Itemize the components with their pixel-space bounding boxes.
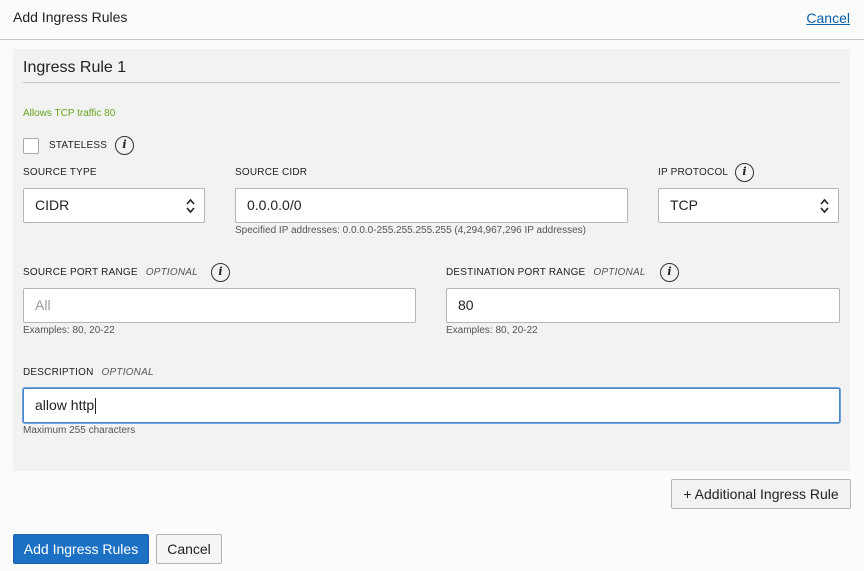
source-type-select[interactable]: CIDR <box>23 188 205 223</box>
source-cidr-input[interactable]: 0.0.0.0/0 <box>235 188 628 223</box>
description-label-text: DESCRIPTION <box>23 367 94 378</box>
chevron-up-down-icon <box>820 198 829 214</box>
source-type-value: CIDR <box>35 197 70 213</box>
destination-port-range-hint: Examples: 80, 20-22 <box>446 325 538 336</box>
info-icon[interactable]: i <box>211 263 230 282</box>
info-icon[interactable]: i <box>735 163 754 182</box>
source-port-range-hint: Examples: 80, 20-22 <box>23 325 115 336</box>
ingress-rule-panel: Ingress Rule 1 Allows TCP traffic 80 STA… <box>13 49 850 471</box>
stateless-label: STATELESS <box>49 140 108 151</box>
rule-summary: Allows TCP traffic 80 <box>23 108 116 119</box>
destination-port-range-label: DESTINATION PORT RANGE OPTIONAL <box>446 267 646 278</box>
source-cidr-value: 0.0.0.0/0 <box>247 197 302 213</box>
info-icon[interactable]: i <box>660 263 679 282</box>
chevron-up-down-icon <box>186 198 195 214</box>
source-cidr-hint: Specified IP addresses: 0.0.0.0-255.255.… <box>235 225 586 236</box>
ip-protocol-value: TCP <box>670 197 698 213</box>
optional-tag: OPTIONAL <box>593 267 646 278</box>
source-port-range-input[interactable]: All <box>23 288 416 323</box>
dialog-title: Add Ingress Rules <box>13 9 128 25</box>
info-icon[interactable]: i <box>115 136 134 155</box>
ip-protocol-select[interactable]: TCP <box>658 188 839 223</box>
description-hint: Maximum 255 characters <box>23 425 136 436</box>
description-value: allow http <box>35 397 95 413</box>
destination-port-range-input[interactable]: 80 <box>446 288 840 323</box>
stateless-checkbox[interactable] <box>23 138 39 154</box>
source-port-range-label: SOURCE PORT RANGE OPTIONAL <box>23 267 198 278</box>
cancel-link[interactable]: Cancel <box>806 10 850 26</box>
destination-port-range-label-text: DESTINATION PORT RANGE <box>446 267 586 278</box>
dialog-header: Add Ingress Rules Cancel <box>0 0 864 40</box>
source-port-range-placeholder: All <box>35 297 51 313</box>
description-label: DESCRIPTION OPTIONAL <box>23 367 154 378</box>
destination-port-range-value: 80 <box>458 297 474 313</box>
source-type-label: SOURCE TYPE <box>23 167 97 178</box>
additional-ingress-rule-button[interactable]: + Additional Ingress Rule <box>671 479 851 509</box>
source-port-range-label-text: SOURCE PORT RANGE <box>23 267 138 278</box>
ip-protocol-label: IP PROTOCOL <box>658 167 729 178</box>
optional-tag: OPTIONAL <box>145 267 198 278</box>
cancel-button[interactable]: Cancel <box>156 534 222 564</box>
rule-divider <box>23 82 840 83</box>
description-input[interactable]: allow http <box>23 388 840 423</box>
rule-title: Ingress Rule 1 <box>23 59 127 76</box>
source-cidr-label: SOURCE CIDR <box>235 167 308 178</box>
optional-tag: OPTIONAL <box>101 367 154 378</box>
add-ingress-rules-button[interactable]: Add Ingress Rules <box>13 534 149 564</box>
